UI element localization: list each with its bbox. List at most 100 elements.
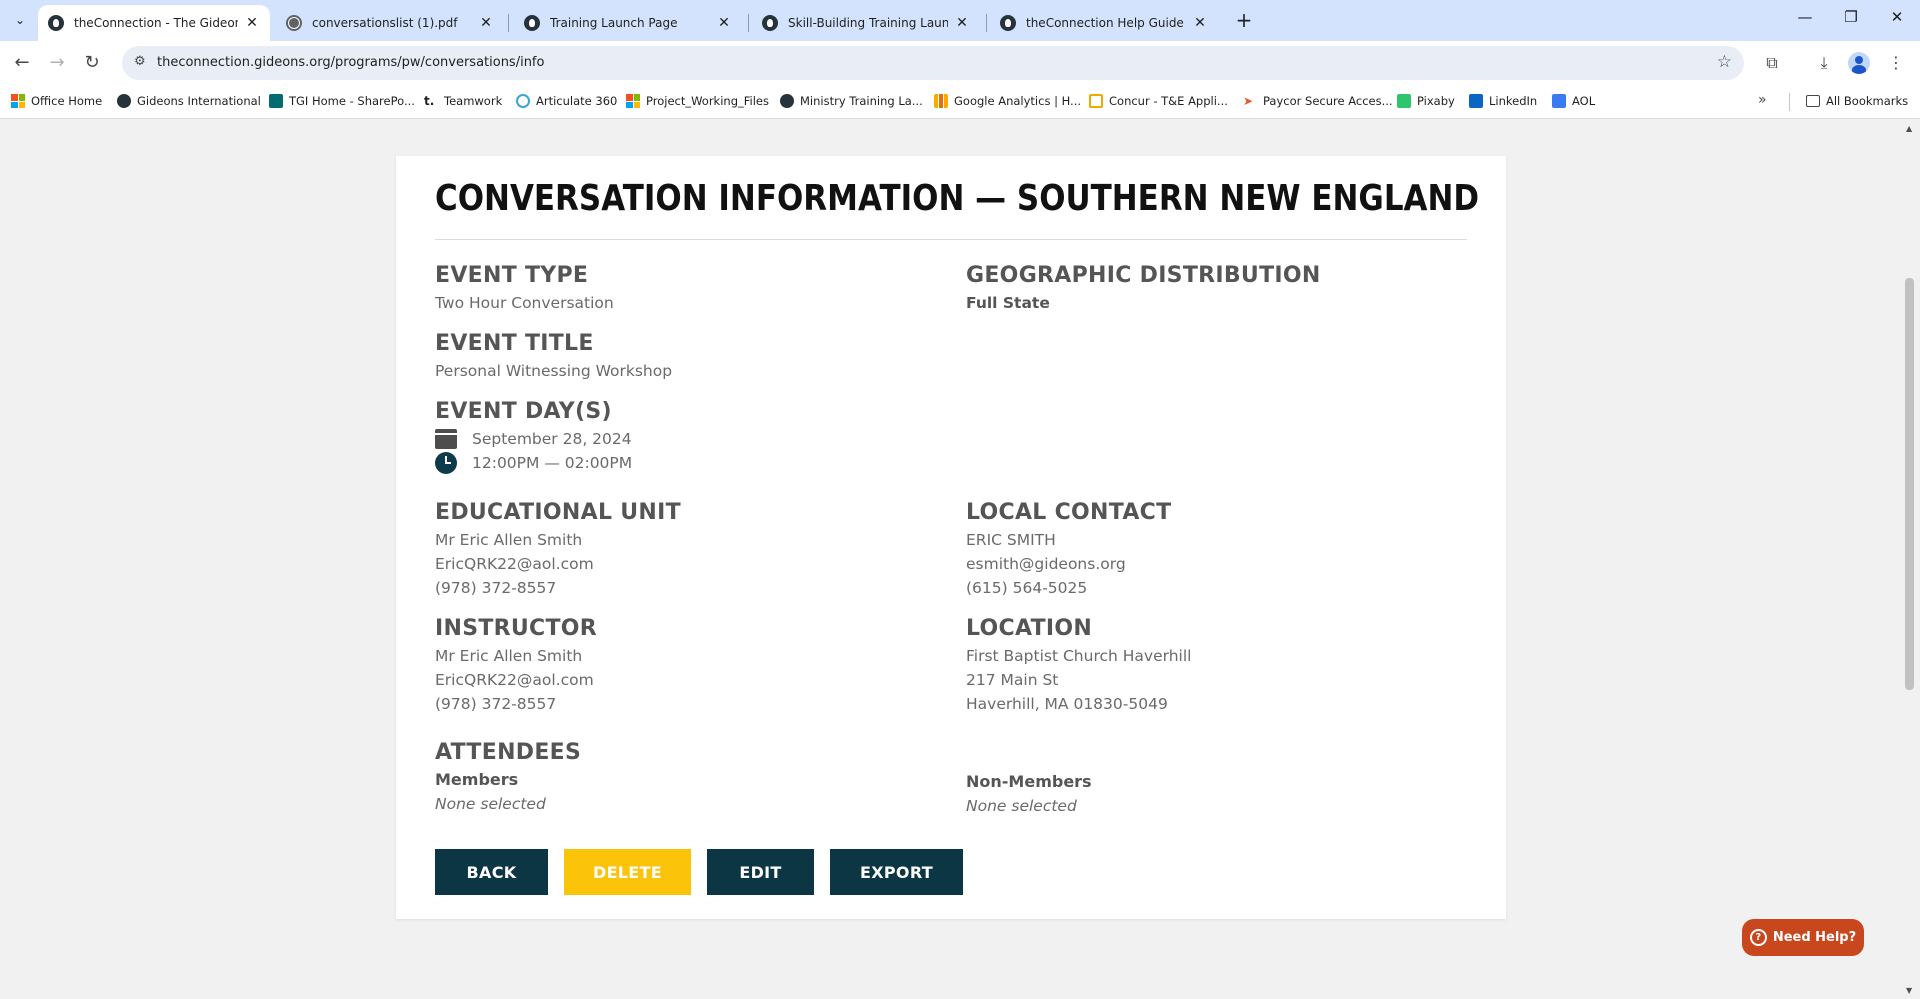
more-menu-icon[interactable]: ⋮ (1884, 51, 1908, 75)
nonmembers-section: Non-Members None selected (966, 770, 1092, 818)
geographic-distribution-value: Full State (966, 294, 1050, 312)
educational-unit-section: EDUCATIONAL UNIT Mr Eric Allen Smith Eri… (435, 500, 681, 600)
event-type-section: EVENT TYPE Two Hour Conversation (435, 263, 614, 315)
bookmark-project-working-files[interactable]: Project_Working_Files (626, 94, 769, 108)
gideons-icon (48, 15, 64, 31)
tab-training-launch-page[interactable]: Training Launch Page ✕ (514, 5, 742, 41)
gideons-icon (117, 94, 131, 108)
location-line3: Haverhill, MA 01830-5049 (966, 695, 1168, 713)
location-label: LOCATION (966, 616, 1093, 641)
bookmark-office-home[interactable]: Office Home (11, 94, 102, 108)
bookmark-google-analytics[interactable]: Google Analytics | H... (934, 94, 1081, 108)
minimize-icon[interactable]: — (1782, 8, 1828, 26)
paycor-icon: ➤ (1243, 94, 1254, 108)
event-days-section: EVENT DAY(S) September 28, 2024 12:00PM … (435, 399, 632, 475)
bookmark-gideons-international[interactable]: Gideons International (117, 94, 261, 108)
educational-unit-email: EricQRK22@aol.com (435, 555, 594, 573)
instructor-email: EricQRK22@aol.com (435, 671, 594, 689)
event-title-value: Personal Witnessing Workshop (435, 362, 673, 380)
bookmark-ministry-training[interactable]: Ministry Training La... (780, 94, 923, 108)
educational-unit-label: EDUCATIONAL UNIT (435, 500, 681, 525)
aol-icon (1552, 94, 1566, 108)
local-contact-section: LOCAL CONTACT ERIC SMITH esmith@gideons.… (966, 500, 1171, 600)
event-time-row: 12:00PM — 02:00PM (435, 451, 632, 475)
reload-icon[interactable]: ↻ (80, 51, 104, 75)
bookmark-concur[interactable]: Concur - T&E Appli... (1089, 94, 1228, 108)
restore-icon[interactable]: ❐ (1828, 8, 1874, 26)
tab-search-icon[interactable]: ⌄ (8, 8, 32, 32)
calendar-icon (435, 429, 457, 449)
tab-conversationslist-pdf[interactable]: conversationslist (1).pdf ✕ (276, 5, 504, 41)
gideons-icon (780, 94, 794, 108)
geographic-distribution-label: GEOGRAPHIC DISTRIBUTION (966, 263, 1321, 288)
location-section: LOCATION First Baptist Church Haverhill … (966, 616, 1191, 716)
export-button[interactable]: EXPORT (830, 849, 963, 895)
gideons-icon (762, 15, 778, 31)
event-date-row: September 28, 2024 (435, 427, 632, 451)
site-info-icon[interactable]: ⚙ (134, 54, 146, 69)
scroll-thumb[interactable] (1905, 278, 1914, 690)
instructor-phone: (978) 372-8557 (435, 695, 557, 713)
event-title-label: EVENT TITLE (435, 331, 594, 356)
window-close-icon[interactable]: ✕ (1874, 8, 1920, 26)
instructor-label: INSTRUCTOR (435, 616, 598, 641)
close-tab-icon[interactable]: ✕ (716, 15, 732, 31)
event-type-label: EVENT TYPE (435, 263, 589, 288)
bookmark-tgi-sharepoint[interactable]: TGI Home - SharePo... (269, 94, 415, 108)
analytics-icon (934, 94, 948, 108)
all-bookmarks-folder[interactable]: All Bookmarks (1806, 94, 1908, 108)
extensions-icon[interactable]: ⧉ (1760, 51, 1784, 75)
instructor-name: Mr Eric Allen Smith (435, 647, 583, 665)
profile-avatar[interactable] (1848, 52, 1870, 74)
members-label: Members (435, 770, 519, 789)
conversation-info-card: CONVERSATION INFORMATION — SOUTHERN NEW … (396, 156, 1506, 919)
local-contact-name: ERIC SMITH (966, 531, 1056, 549)
bookmark-star-icon[interactable]: ☆ (1717, 52, 1732, 72)
edit-button[interactable]: EDIT (707, 849, 814, 895)
close-tab-icon[interactable]: ✕ (954, 15, 970, 31)
new-tab-icon[interactable]: + (1232, 8, 1256, 32)
bookmark-paycor[interactable]: ➤ Paycor Secure Acces... (1243, 94, 1393, 108)
tab-theconnection[interactable]: theConnection - The Gideons In ✕ (38, 5, 270, 41)
bookmark-teamwork[interactable]: t. Teamwork (424, 94, 502, 108)
tab-separator (748, 14, 749, 32)
globe-icon (286, 15, 302, 31)
back-arrow-icon[interactable]: ← (10, 51, 34, 75)
bookmark-aol[interactable]: AOL (1552, 94, 1595, 108)
need-help-button[interactable]: ? Need Help? (1742, 919, 1864, 956)
back-button[interactable]: BACK (435, 849, 548, 895)
location-line2: 217 Main St (966, 671, 1059, 689)
local-contact-email: esmith@gideons.org (966, 555, 1126, 573)
close-tab-icon[interactable]: ✕ (244, 15, 260, 31)
tab-skill-building-training[interactable]: Skill-Building Training Launch P ✕ (752, 5, 980, 41)
scroll-up-arrow-icon[interactable]: ▲ (1906, 124, 1912, 133)
bookmark-linkedin[interactable]: LinkedIn (1469, 94, 1537, 108)
address-bar[interactable]: ⚙ theconnection.gideons.org/programs/pw/… (122, 46, 1744, 80)
delete-button[interactable]: DELETE (564, 849, 691, 895)
bookmark-articulate-360[interactable]: Articulate 360 (516, 94, 617, 108)
more-bookmarks-icon[interactable]: » (1758, 92, 1767, 108)
clock-icon (435, 452, 457, 474)
download-icon[interactable]: ⤓ (1812, 51, 1836, 75)
tab-help-guide[interactable]: theConnection Help Guide - Ov ✕ (990, 5, 1218, 41)
bookmark-pixaby[interactable]: Pixaby (1397, 94, 1455, 108)
url-text[interactable]: theconnection.gideons.org/programs/pw/co… (157, 55, 544, 70)
geographic-distribution-section: GEOGRAPHIC DISTRIBUTION Full State (966, 263, 1321, 315)
page-title: CONVERSATION INFORMATION — SOUTHERN NEW … (435, 178, 1480, 219)
instructor-section: INSTRUCTOR Mr Eric Allen Smith EricQRK22… (435, 616, 597, 716)
microsoft-icon (11, 94, 25, 108)
browser-tab-bar: ⌄ theConnection - The Gideons In ✕ conve… (0, 0, 1920, 41)
close-tab-icon[interactable]: ✕ (1192, 15, 1208, 31)
page-viewport: CONVERSATION INFORMATION — SOUTHERN NEW … (0, 120, 1900, 999)
bookmarks-bar: Office Home Gideons International TGI Ho… (0, 86, 1920, 119)
pixabay-icon (1397, 94, 1411, 108)
question-icon: ? (1749, 929, 1767, 946)
event-type-value: Two Hour Conversation (435, 294, 614, 312)
close-tab-icon[interactable]: ✕ (478, 15, 494, 31)
teamwork-icon: t. (424, 94, 435, 108)
educational-unit-phone: (978) 372-8557 (435, 579, 557, 597)
tab-separator (986, 14, 987, 32)
page-scrollbar[interactable]: ▲ ▼ (1900, 120, 1920, 999)
forward-arrow-icon[interactable]: → (45, 51, 69, 75)
scroll-down-arrow-icon[interactable]: ▼ (1906, 986, 1912, 995)
